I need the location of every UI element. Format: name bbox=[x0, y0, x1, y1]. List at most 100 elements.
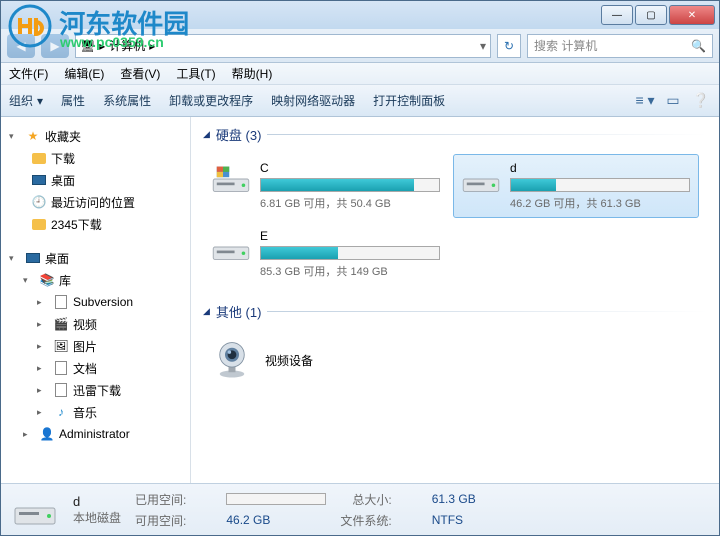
sidebar-item-label: 下载 bbox=[51, 150, 75, 167]
status-details-2: 总大小: 61.3 GB 文件系统: NTFS bbox=[340, 491, 475, 529]
body: ▾ ★ 收藏夹 下载 桌面 🕘最近访问的位置 2345下载 ▾ 桌面 ▾ 📚 库… bbox=[1, 117, 719, 483]
toolbar: 组织 ▾ 属性 系统属性 卸载或更改程序 映射网络驱动器 打开控制面板 ≡ ▾ … bbox=[1, 85, 719, 117]
sidebar-item-recent[interactable]: 🕘最近访问的位置 bbox=[1, 191, 190, 213]
sidebar-item-video[interactable]: ▸🎬视频 bbox=[1, 313, 190, 335]
toolbar-map-drive[interactable]: 映射网络驱动器 bbox=[271, 92, 355, 109]
drive-free-text: 6.81 GB 可用，共 50.4 GB bbox=[260, 195, 442, 211]
view-options-icon[interactable]: ≡ ▾ bbox=[635, 91, 655, 111]
search-icon: 🔍 bbox=[691, 39, 706, 53]
group-label: 硬盘 (3) bbox=[216, 125, 262, 144]
device-video[interactable]: 视频设备 bbox=[203, 331, 707, 389]
expand-icon: ▸ bbox=[37, 407, 49, 418]
star-icon: ★ bbox=[25, 128, 41, 144]
sidebar-item-label: 音乐 bbox=[73, 404, 97, 421]
status-name-block: d 本地磁盘 bbox=[73, 494, 121, 526]
help-icon[interactable]: ❔ bbox=[691, 91, 711, 111]
sidebar-item-pictures[interactable]: ▸🖼图片 bbox=[1, 335, 190, 357]
toolbar-properties[interactable]: 属性 bbox=[61, 92, 85, 109]
group-disks[interactable]: ◢ 硬盘 (3) bbox=[203, 125, 707, 144]
desktop-icon bbox=[26, 253, 40, 263]
status-details: 已用空间: 可用空间: 46.2 GB bbox=[135, 491, 326, 529]
collapse-icon: ▾ bbox=[9, 253, 21, 264]
collapse-icon: ◢ bbox=[203, 129, 210, 140]
drive-icon bbox=[460, 161, 502, 197]
picture-icon: 🖼 bbox=[53, 338, 69, 354]
minimize-button[interactable]: — bbox=[601, 5, 633, 25]
close-button[interactable]: ✕ bbox=[669, 5, 715, 25]
explorer-window: — ▢ ✕ ◀ ▶ 🖥 ▸ 计算机 ▸ ▾ ↻ 搜索 计算机 🔍 文件(F) 编… bbox=[0, 0, 720, 536]
drive-free-text: 46.2 GB 可用，共 61.3 GB bbox=[510, 195, 692, 211]
sidebar-favorites[interactable]: ▾ ★ 收藏夹 bbox=[1, 125, 190, 147]
menu-help[interactable]: 帮助(H) bbox=[232, 65, 273, 82]
preview-pane-icon[interactable]: ▭ bbox=[663, 91, 683, 111]
chevron-down-icon: ▾ bbox=[37, 94, 43, 108]
user-icon: 👤 bbox=[39, 426, 55, 442]
sidebar-item-label: 收藏夹 bbox=[45, 128, 81, 145]
content-pane: ◢ 硬盘 (3) C 6.81 GB 可用，共 50.4 GB d 46.2 GB 可… bbox=[191, 117, 719, 483]
sidebar-item-admin[interactable]: ▸ 👤 Administrator bbox=[1, 423, 190, 445]
recent-icon: 🕘 bbox=[31, 194, 47, 210]
status-free-key: 可用空间: bbox=[135, 512, 186, 529]
sidebar-item-label: 视频 bbox=[73, 316, 97, 333]
drive-C[interactable]: C 6.81 GB 可用，共 50.4 GB bbox=[203, 154, 449, 218]
doc-icon bbox=[55, 361, 67, 375]
sidebar-item-label: 库 bbox=[59, 272, 71, 289]
sidebar-item-downloads[interactable]: 下载 bbox=[1, 147, 190, 169]
sidebar-item-desktop[interactable]: 桌面 bbox=[1, 169, 190, 191]
drive-icon bbox=[210, 229, 252, 265]
device-label: 视频设备 bbox=[265, 352, 313, 369]
sidebar-item-label: Administrator bbox=[59, 427, 130, 441]
expand-icon: ▸ bbox=[23, 429, 35, 440]
drive-label: C bbox=[260, 161, 442, 175]
sidebar-item-label: 2345下载 bbox=[51, 216, 102, 233]
collapse-icon: ◢ bbox=[203, 306, 210, 317]
status-drive-type: 本地磁盘 bbox=[73, 509, 121, 526]
menu-tools[interactable]: 工具(T) bbox=[176, 65, 215, 82]
search-input[interactable]: 搜索 计算机 🔍 bbox=[527, 34, 713, 58]
expand-icon: ▸ bbox=[37, 341, 49, 352]
doc-icon bbox=[55, 383, 67, 397]
menubar: 文件(F) 编辑(E) 查看(V) 工具(T) 帮助(H) bbox=[1, 63, 719, 85]
status-total-key: 总大小: bbox=[340, 491, 391, 508]
video-icon: 🎬 bbox=[53, 316, 69, 332]
status-drive-name: d bbox=[73, 494, 121, 509]
sidebar: ▾ ★ 收藏夹 下载 桌面 🕘最近访问的位置 2345下载 ▾ 桌面 ▾ 📚 库… bbox=[1, 117, 191, 483]
sidebar-item-music[interactable]: ▸♪音乐 bbox=[1, 401, 190, 423]
status-fs-val: NTFS bbox=[432, 513, 476, 527]
drive-label: d bbox=[510, 161, 692, 175]
toolbar-control-panel[interactable]: 打开控制面板 bbox=[373, 92, 445, 109]
toolbar-system-properties[interactable]: 系统属性 bbox=[103, 92, 151, 109]
drive-E[interactable]: E85.3 GB 可用，共 149 GB bbox=[203, 222, 449, 286]
sidebar-item-2345[interactable]: 2345下载 bbox=[1, 213, 190, 235]
menu-view[interactable]: 查看(V) bbox=[120, 65, 160, 82]
sidebar-libraries[interactable]: ▾ 📚 库 bbox=[1, 269, 190, 291]
drive-free-text: 85.3 GB 可用，共 149 GB bbox=[260, 263, 442, 279]
statusbar: d 本地磁盘 已用空间: 可用空间: 46.2 GB 总大小: 61.3 GB … bbox=[1, 483, 719, 535]
toolbar-uninstall[interactable]: 卸载或更改程序 bbox=[169, 92, 253, 109]
group-other[interactable]: ◢ 其他 (1) bbox=[203, 302, 707, 321]
sidebar-item-label: 最近访问的位置 bbox=[51, 194, 135, 211]
menu-edit[interactable]: 编辑(E) bbox=[64, 65, 104, 82]
drive-icon bbox=[210, 161, 252, 197]
sidebar-item-label: 迅雷下载 bbox=[73, 382, 121, 399]
organize-button[interactable]: 组织 ▾ bbox=[9, 92, 43, 109]
status-total-val: 61.3 GB bbox=[432, 492, 476, 506]
sidebar-item-subversion[interactable]: ▸ Subversion bbox=[1, 291, 190, 313]
sidebar-item-documents[interactable]: ▸文档 bbox=[1, 357, 190, 379]
menu-file[interactable]: 文件(F) bbox=[9, 65, 48, 82]
drives-list: C 6.81 GB 可用，共 50.4 GB d 46.2 GB 可用，共 61.3 … bbox=[203, 154, 707, 286]
address-dropdown-icon[interactable]: ▾ bbox=[480, 39, 486, 53]
refresh-button[interactable]: ↻ bbox=[497, 34, 521, 58]
maximize-button[interactable]: ▢ bbox=[635, 5, 667, 25]
sidebar-item-xunlei[interactable]: ▸迅雷下载 bbox=[1, 379, 190, 401]
drive-d[interactable]: d 46.2 GB 可用，共 61.3 GB bbox=[453, 154, 699, 218]
camera-icon bbox=[211, 339, 253, 381]
desktop-icon bbox=[32, 175, 46, 185]
sidebar-desktop-root[interactable]: ▾ 桌面 bbox=[1, 247, 190, 269]
expand-icon: ▸ bbox=[37, 297, 49, 308]
doc-icon bbox=[55, 295, 67, 309]
status-used-key: 已用空间: bbox=[135, 491, 186, 508]
status-used-val bbox=[226, 493, 326, 505]
sidebar-item-label: 桌面 bbox=[51, 172, 75, 189]
sidebar-item-label: Subversion bbox=[73, 295, 133, 309]
